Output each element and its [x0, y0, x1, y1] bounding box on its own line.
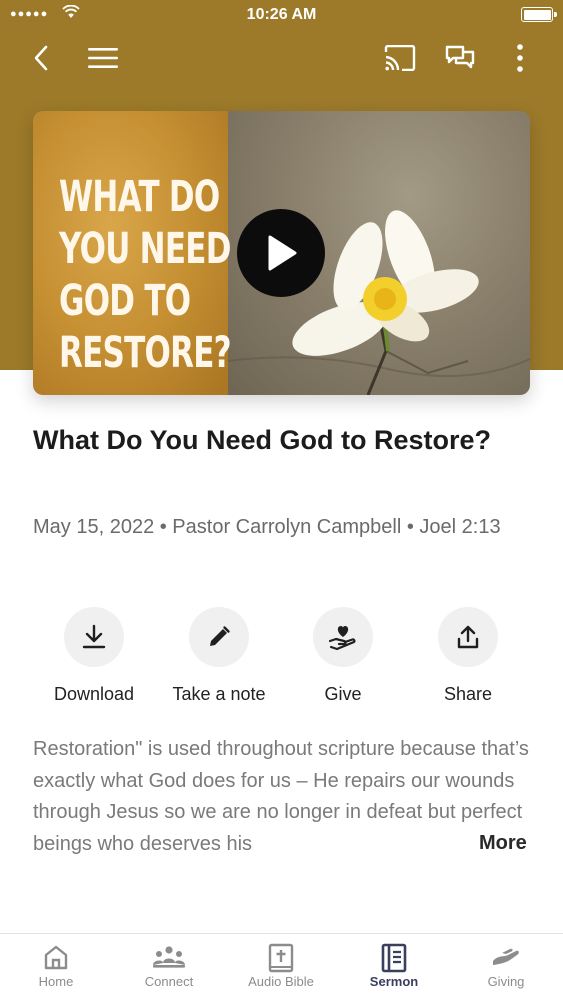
- give-label: Give: [324, 684, 362, 704]
- tab-audio-bible-label: Audio Bible: [248, 974, 314, 989]
- menu-button[interactable]: [81, 36, 125, 80]
- take-note-label: Take a note: [172, 684, 266, 704]
- bottom-tab-bar: Home Connect Audio Bible Sermon Giving: [0, 933, 563, 1000]
- bible-icon: [268, 943, 294, 973]
- action-row: Download Take a note Give Share: [0, 607, 563, 717]
- giving-hand-icon: [493, 948, 519, 965]
- share-button[interactable]: Share: [403, 607, 533, 705]
- back-button[interactable]: [19, 36, 63, 80]
- download-button[interactable]: Download: [29, 607, 159, 705]
- status-bar: ●●●●● 10:26 AM: [0, 0, 563, 30]
- more-link[interactable]: More: [472, 828, 542, 860]
- tab-connect[interactable]: Connect: [113, 934, 225, 1000]
- play-icon: [268, 235, 297, 271]
- tab-home-label: Home: [38, 974, 74, 989]
- top-nav: [0, 30, 563, 84]
- hamburger-menu-icon: [88, 48, 118, 68]
- tab-sermon-label: Sermon: [369, 974, 419, 989]
- cast-icon: [384, 45, 416, 71]
- download-icon: [82, 624, 106, 649]
- cast-button[interactable]: [378, 36, 422, 80]
- video-player[interactable]: WHAT DO YOU NEED GOD TO RESTORE?: [33, 111, 530, 395]
- chevron-left-icon: [34, 45, 48, 71]
- share-label: Share: [443, 684, 493, 704]
- status-time: 10:26 AM: [246, 6, 317, 23]
- chat-button[interactable]: [438, 36, 482, 80]
- play-button[interactable]: [237, 209, 325, 297]
- pencil-icon: [210, 626, 230, 646]
- tab-giving[interactable]: Giving: [450, 934, 562, 1000]
- tab-sermon[interactable]: Sermon: [338, 934, 450, 1000]
- battery-icon: [521, 7, 557, 22]
- sermon-title: What Do You Need God to Restore?: [33, 425, 492, 455]
- people-icon: [153, 946, 185, 968]
- heart-hand-icon: [328, 626, 356, 651]
- tab-connect-label: Connect: [144, 974, 194, 989]
- share-icon: [457, 625, 479, 649]
- tab-home[interactable]: Home: [0, 934, 112, 1000]
- more-options-button[interactable]: [498, 36, 542, 80]
- give-button[interactable]: Give: [278, 607, 408, 705]
- download-label: Download: [53, 684, 135, 704]
- home-icon: [44, 945, 68, 970]
- take-note-button[interactable]: Take a note: [154, 607, 284, 705]
- sermon-meta: May 15, 2022 • Pastor Carrolyn Campbell …: [33, 516, 501, 538]
- chat-bubbles-icon: [445, 45, 475, 69]
- description-fade: [380, 828, 480, 860]
- book-icon: [381, 943, 407, 973]
- tab-audio-bible[interactable]: Audio Bible: [225, 934, 337, 1000]
- tab-giving-label: Giving: [487, 974, 525, 989]
- more-vertical-icon: [517, 44, 523, 72]
